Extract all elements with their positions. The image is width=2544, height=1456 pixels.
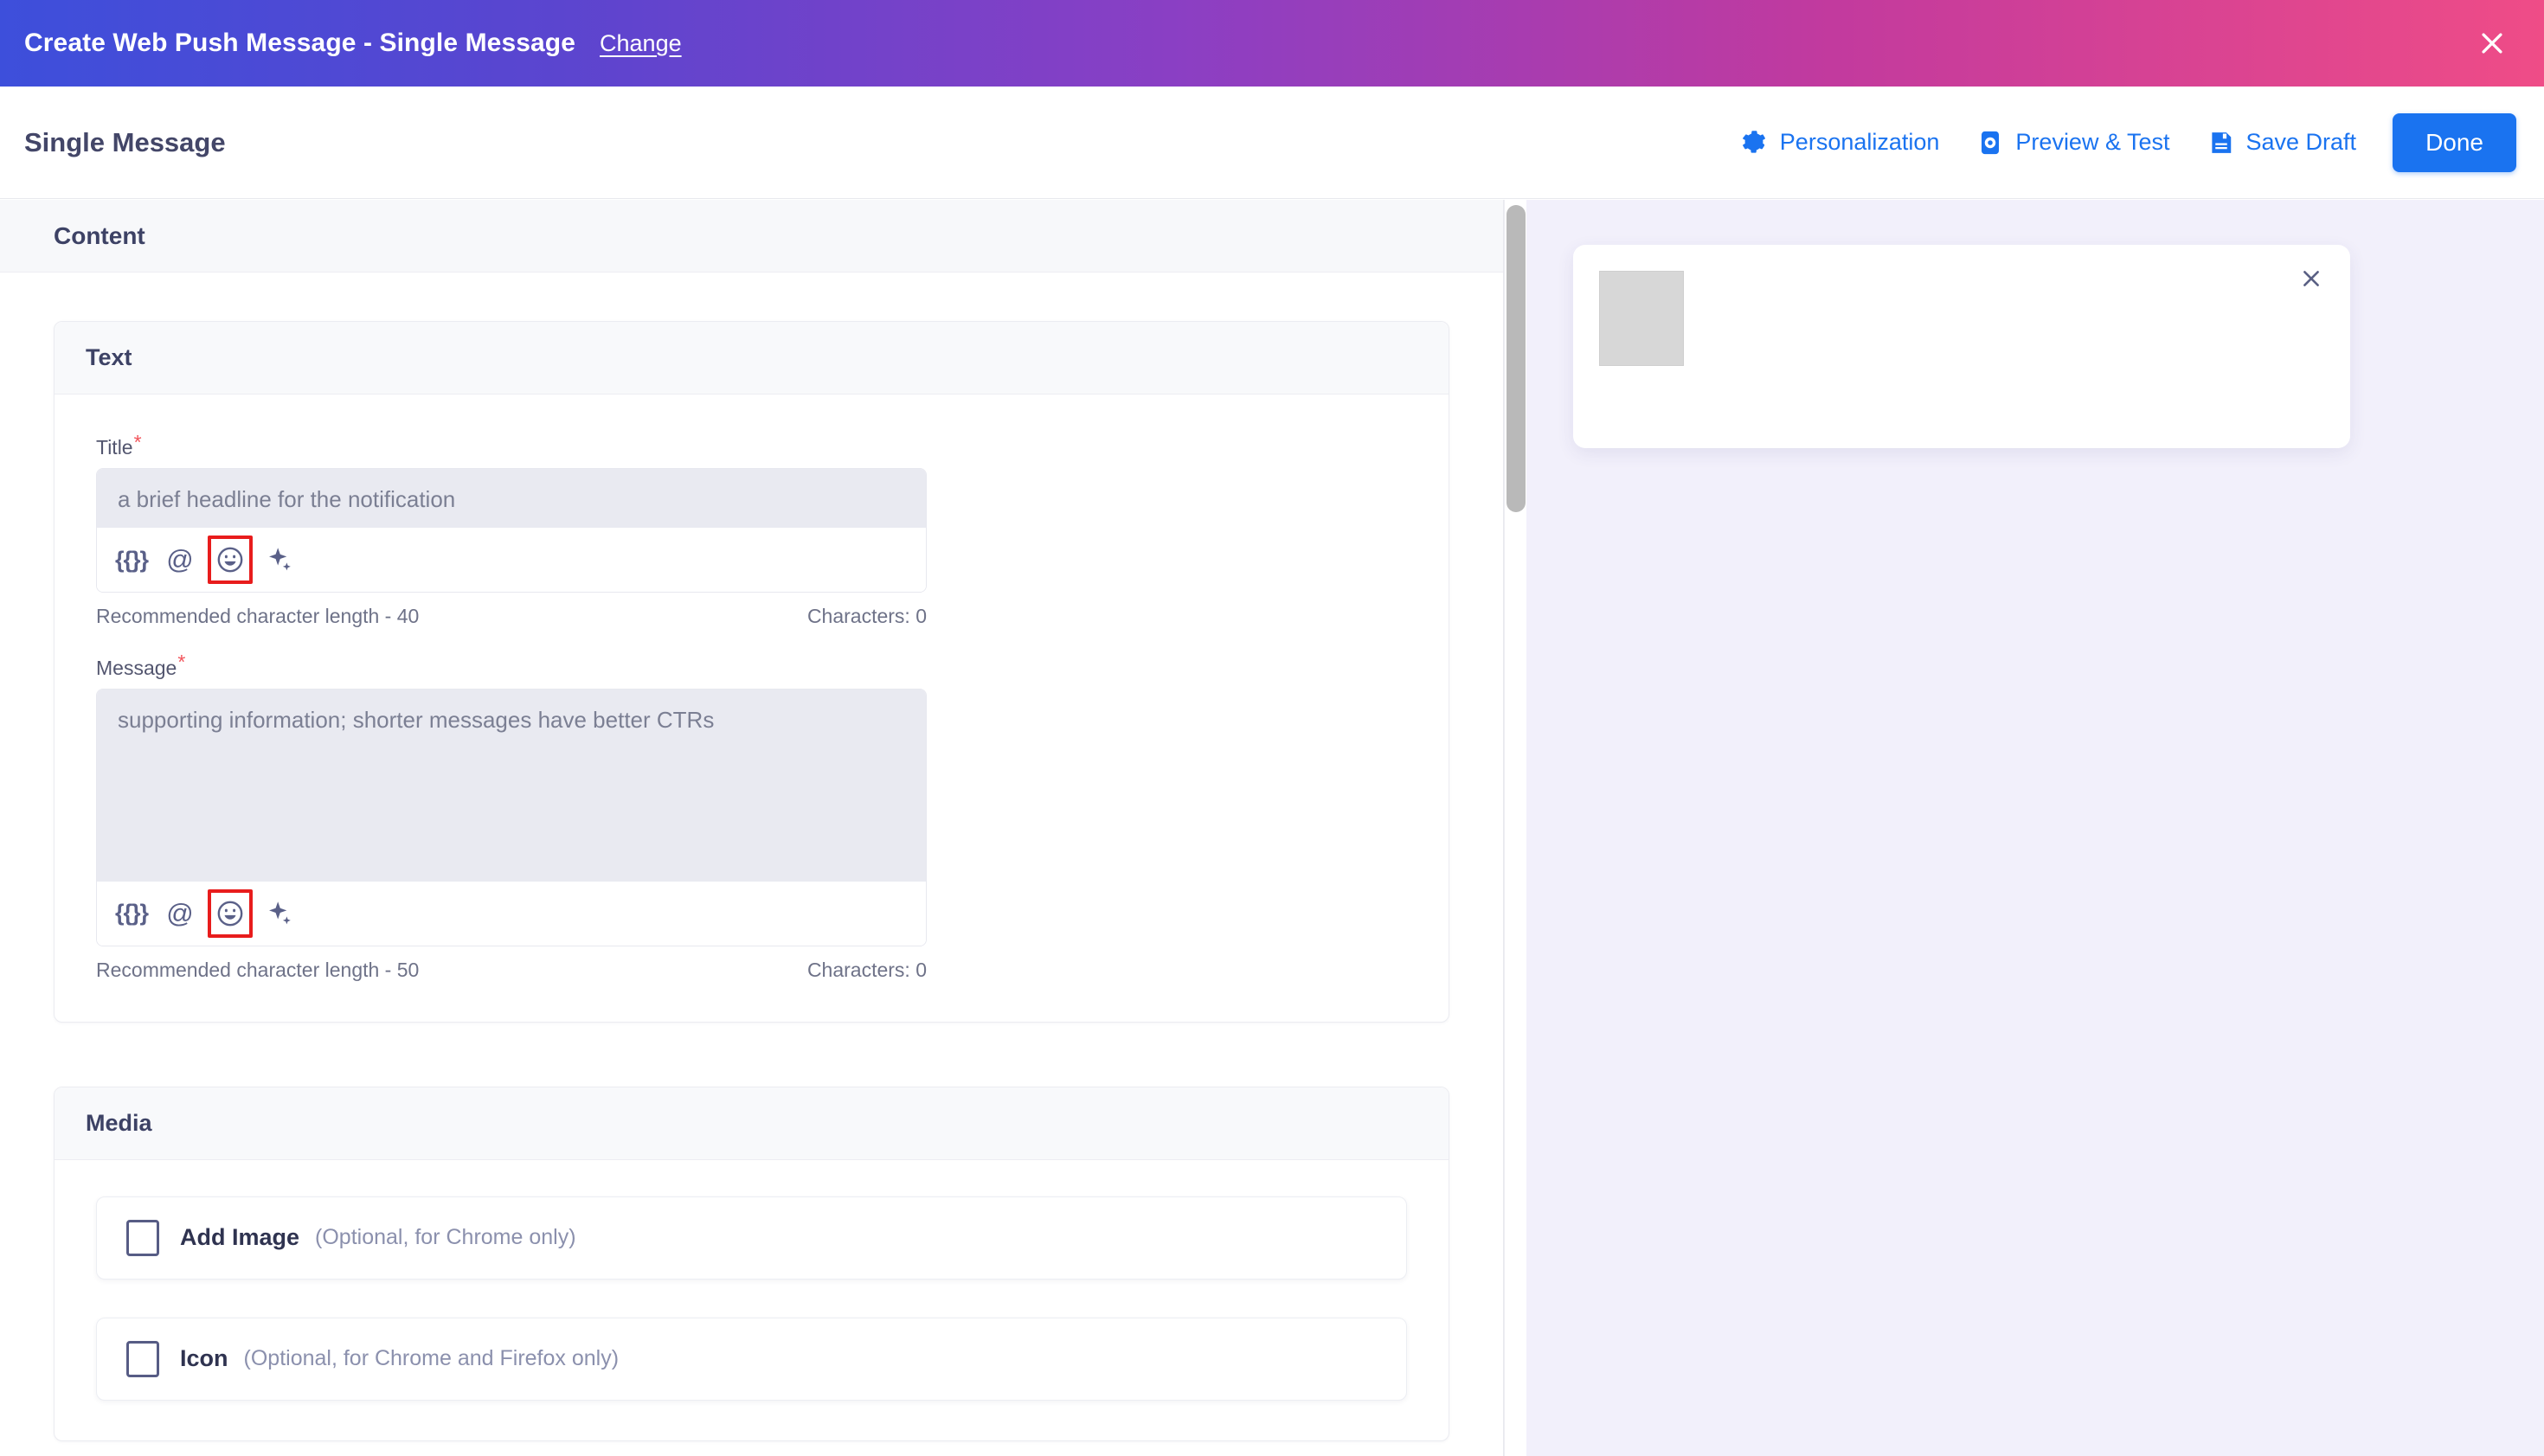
- title-required-marker: *: [133, 431, 142, 453]
- floppy-disk-icon: [2208, 130, 2234, 156]
- personalization-button[interactable]: Personalization: [1721, 129, 1959, 157]
- title-field-group: Title* a brief headline for the notifica…: [96, 431, 1407, 628]
- message-character-count: Characters: 0: [806, 958, 927, 981]
- add-image-checkbox[interactable]: [126, 1219, 159, 1256]
- message-input[interactable]: supporting information; shorter messages…: [97, 689, 926, 882]
- icon-label: Icon: [180, 1345, 228, 1372]
- ai-sparkle-icon[interactable]: [260, 893, 301, 934]
- content-section-header: Content: [0, 200, 1503, 273]
- icon-checkbox[interactable]: [126, 1340, 159, 1377]
- emoji-icon[interactable]: [211, 893, 249, 934]
- toolbar-actions: Personalization Preview & Test Save Draf…: [1721, 112, 2516, 172]
- personalization-label: Personalization: [1779, 129, 1940, 155]
- text-card: Text Title* a brief headline for the not…: [54, 321, 1449, 1023]
- message-input-toolbar: {{}} @: [97, 881, 926, 946]
- gear-icon: [1740, 129, 1768, 157]
- save-draft-button[interactable]: Save Draft: [2189, 129, 2376, 156]
- text-card-body: Title* a brief headline for the notifica…: [55, 394, 1449, 1022]
- text-card-header: Text: [55, 322, 1449, 394]
- message-label: Message: [96, 656, 177, 679]
- add-image-row[interactable]: Add Image (Optional, for Chrome only): [96, 1196, 1407, 1280]
- media-card: Media Add Image (Optional, for Chrome on…: [54, 1086, 1449, 1441]
- message-required-marker: *: [177, 651, 186, 674]
- close-icon[interactable]: [2295, 262, 2328, 295]
- title-recommended-length: Recommended character length - 40: [96, 605, 420, 628]
- device-preview-icon: [1977, 130, 2003, 156]
- dialog-titlebar: Create Web Push Message - Single Message…: [0, 0, 2544, 87]
- save-draft-label: Save Draft: [2245, 129, 2357, 155]
- emoji-icon-highlight: [208, 536, 253, 585]
- media-card-label: Media: [86, 1109, 152, 1136]
- add-image-hint: (Optional, for Chrome only): [315, 1225, 576, 1250]
- text-card-label: Text: [86, 344, 132, 370]
- notification-preview-card: [1573, 245, 2350, 448]
- add-image-label: Add Image: [180, 1224, 300, 1251]
- icon-hint: (Optional, for Chrome and Firefox only): [243, 1346, 620, 1371]
- preview-and-test-button[interactable]: Preview & Test: [1958, 129, 2188, 156]
- media-card-header: Media: [55, 1087, 1449, 1160]
- title-label-row: Title*: [96, 431, 1407, 468]
- media-card-body: Add Image (Optional, for Chrome only) Ic…: [55, 1160, 1449, 1440]
- title-input[interactable]: a brief headline for the notification: [97, 469, 926, 529]
- message-recommended-length: Recommended character length - 50: [96, 958, 420, 981]
- content-pane: Content Text Title* a brief headline for…: [0, 200, 1504, 1456]
- content-pane-body: Text Title* a brief headline for the not…: [0, 273, 1503, 1441]
- content-section-label: Content: [54, 221, 145, 249]
- page-title: Single Message: [24, 126, 226, 157]
- mention-icon[interactable]: @: [159, 539, 201, 580]
- title-label: Title: [96, 436, 133, 459]
- icon-row[interactable]: Icon (Optional, for Chrome and Firefox o…: [96, 1317, 1407, 1401]
- emoji-icon[interactable]: [211, 539, 249, 580]
- ai-sparkle-icon[interactable]: [260, 539, 301, 580]
- mention-icon[interactable]: @: [159, 893, 201, 934]
- message-field-group: Message* supporting information; shorter…: [96, 651, 1407, 981]
- preview-and-test-label: Preview & Test: [2015, 129, 2170, 155]
- dialog-title: Create Web Push Message - Single Message: [24, 29, 576, 57]
- message-label-row: Message*: [96, 651, 1407, 688]
- action-toolbar: Single Message Personalization Preview &…: [0, 87, 2544, 199]
- title-field-footer: Recommended character length - 40 Charac…: [96, 605, 927, 628]
- content-scrollbar-thumb[interactable]: [1506, 205, 1526, 512]
- done-button[interactable]: Done: [2393, 112, 2516, 172]
- title-character-count: Characters: 0: [806, 605, 927, 628]
- message-input-wrap: supporting information; shorter messages…: [96, 688, 927, 946]
- content-scrollbar-track[interactable]: [1504, 200, 1526, 1456]
- emoji-icon-highlight: [208, 888, 253, 938]
- title-input-wrap: a brief headline for the notification {{…: [96, 468, 927, 593]
- image-placeholder: [1599, 271, 1684, 366]
- preview-pane: [1526, 200, 2544, 1456]
- liquid-tag-icon[interactable]: {{}}: [111, 893, 152, 934]
- title-input-toolbar: {{}} @: [97, 528, 926, 593]
- message-field-footer: Recommended character length - 50 Charac…: [96, 959, 927, 982]
- close-icon[interactable]: [2473, 24, 2511, 62]
- change-message-type-link[interactable]: Change: [600, 30, 682, 57]
- liquid-tag-icon[interactable]: {{}}: [111, 539, 152, 580]
